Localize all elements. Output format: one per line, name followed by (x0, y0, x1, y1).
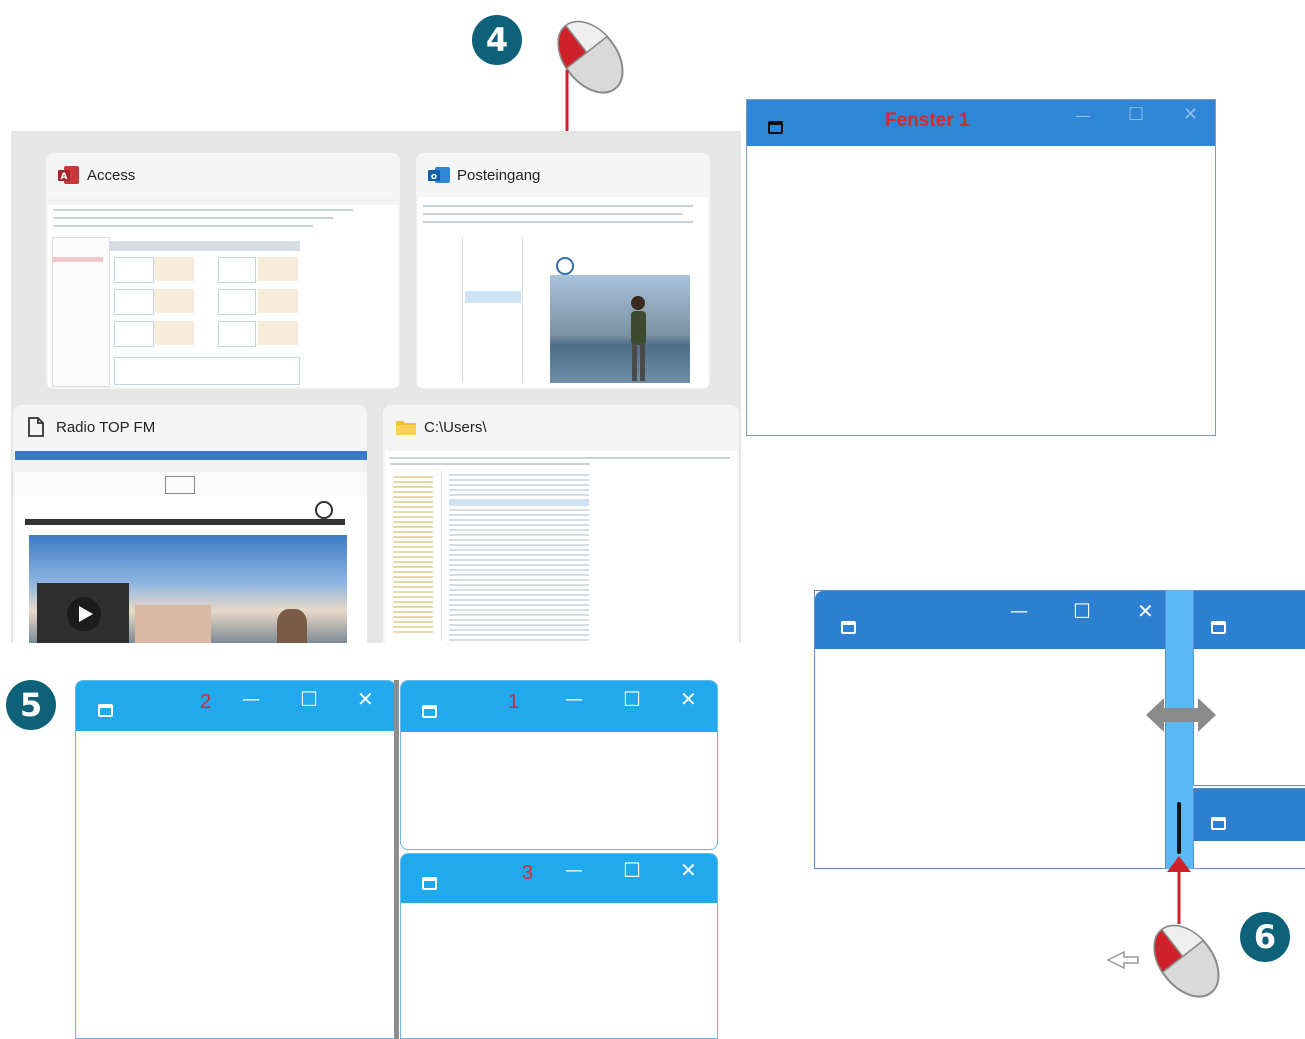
title-bar[interactable] (1194, 789, 1305, 841)
step-4-badge: 4 (472, 15, 522, 65)
app-window-icon (768, 121, 783, 134)
maximize-button[interactable]: ☐ (623, 858, 641, 882)
title-bar[interactable]: 1 — ☐ ✕ (401, 681, 717, 732)
snap-window-3[interactable]: 3 — ☐ ✕ (400, 853, 718, 1039)
close-button[interactable]: ✕ (1137, 599, 1154, 623)
snap-window-1[interactable]: 1 — ☐ ✕ (400, 680, 718, 850)
access-window-preview (48, 197, 398, 387)
access-icon: A (58, 166, 79, 184)
svg-text:o: o (431, 172, 437, 182)
maximize-button[interactable]: ☐ (1073, 599, 1091, 623)
app-window-icon (422, 705, 437, 718)
outlook-window-preview (418, 197, 708, 387)
title-bar[interactable]: 2 — ☐ ✕ (76, 681, 395, 731)
thumbnail-header: Radio TOP FM (13, 405, 367, 449)
title-bar[interactable] (1194, 591, 1305, 649)
resize-window-left[interactable]: — ☐ ✕ (814, 590, 1166, 869)
minimize-button[interactable]: — (565, 689, 583, 710)
title-bar[interactable]: Fenster 1 — ☐ ✕ (747, 100, 1215, 146)
close-button[interactable]: ✕ (680, 858, 697, 882)
window-number: 3 (522, 862, 534, 884)
thumbnail-posteingang[interactable]: o Posteingang (416, 153, 710, 389)
explorer-window-preview (385, 451, 737, 643)
thumbnail-file-explorer[interactable]: C:\Users\ (383, 405, 739, 643)
snap-window-2[interactable]: 2 — ☐ ✕ (75, 680, 396, 1039)
document-icon (28, 417, 44, 437)
thumbnail-title: Radio TOP FM (56, 419, 156, 436)
minimize-button[interactable]: — (1075, 106, 1091, 125)
resize-double-arrow-icon (1146, 698, 1216, 732)
step-6-badge: 6 (1240, 912, 1290, 962)
window-title: Fenster 1 (885, 110, 970, 131)
window-fenster-1[interactable]: Fenster 1 — ☐ ✕ (746, 99, 1216, 436)
person-silhouette-icon (631, 296, 646, 381)
thumbnail-title: Access (87, 167, 136, 184)
window-number: 2 (200, 691, 212, 713)
thumbnail-radio-top-fm[interactable]: Radio TOP FM (13, 405, 367, 643)
title-bar[interactable]: — ☐ ✕ (815, 591, 1165, 649)
minimize-button[interactable]: — (565, 860, 583, 881)
maximize-button[interactable]: ☐ (1128, 104, 1144, 125)
thumbnail-header: C:\Users\ (383, 405, 739, 449)
thumbnail-header: A Access (46, 153, 400, 197)
maximize-button[interactable]: ☐ (623, 687, 641, 711)
resize-window-top-right[interactable] (1193, 590, 1305, 786)
snap-splitter[interactable] (394, 680, 399, 1039)
mouse-drag-icon (1106, 924, 1220, 998)
divider-grip[interactable] (1177, 802, 1181, 854)
folder-icon (396, 421, 416, 435)
app-window-icon (422, 877, 437, 890)
thumbnail-access[interactable]: A Access (46, 153, 400, 389)
window-number: 1 (508, 691, 520, 713)
close-button[interactable]: ✕ (680, 687, 697, 711)
resize-window-bottom-right[interactable] (1193, 788, 1305, 869)
maximize-button[interactable]: ☐ (300, 687, 318, 711)
app-window-icon (1211, 621, 1226, 634)
title-bar[interactable]: 3 — ☐ ✕ (401, 854, 717, 903)
svg-text:A: A (61, 172, 68, 182)
app-window-icon (1211, 817, 1226, 830)
thumbnail-title: C:\Users\ (424, 419, 487, 436)
step-5-badge: 5 (6, 680, 56, 730)
browser-window-preview (15, 451, 367, 643)
close-button[interactable]: ✕ (1183, 104, 1198, 125)
close-button[interactable]: ✕ (357, 687, 374, 711)
thumbnail-header: o Posteingang (416, 153, 710, 197)
snap-assist-panel: A Access o Posteingang Radio TOP FM C:\U… (11, 131, 741, 643)
app-window-icon (98, 704, 113, 717)
minimize-button[interactable]: — (1010, 601, 1028, 622)
thumbnail-title: Posteingang (457, 167, 541, 184)
minimize-button[interactable]: — (242, 689, 260, 710)
outlook-icon: o (428, 167, 450, 183)
app-window-icon (841, 621, 856, 634)
